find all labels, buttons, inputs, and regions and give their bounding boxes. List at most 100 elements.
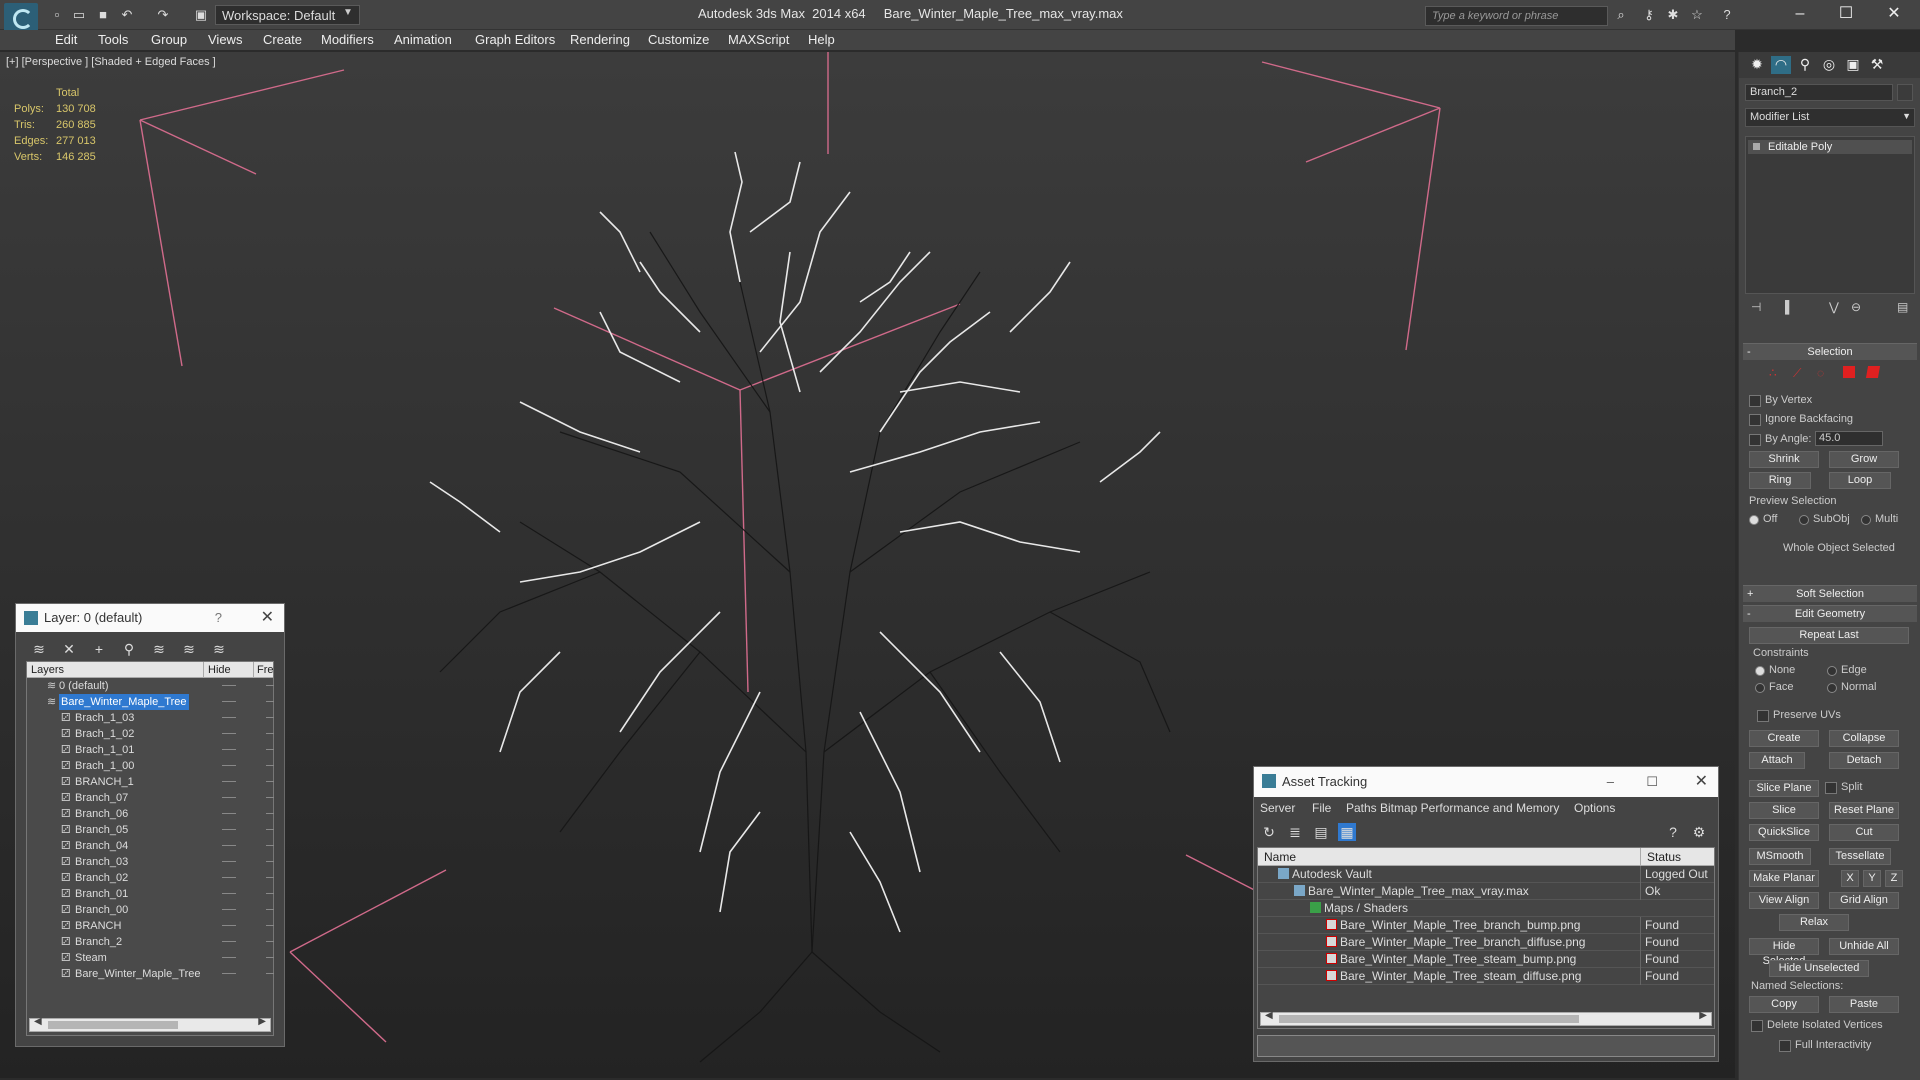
hide-toggle[interactable] [222,717,236,718]
menu-animation[interactable]: Animation [394,32,452,47]
layer-row[interactable]: ⚂ Branch_03 [27,854,274,870]
layer-row[interactable]: ⚂ Branch_01 [27,886,274,902]
full-interactivity-checkbox[interactable]: Full Interactivity [1779,1038,1871,1052]
collapse-button[interactable]: Collapse [1829,730,1899,747]
detach-button[interactable]: Detach [1829,752,1899,769]
asset-row[interactable]: Autodesk Vault Logged Out . [1258,866,1714,883]
freeze-toggle[interactable] [266,717,274,718]
edge-level-icon[interactable]: ⟋ [1793,366,1801,381]
scroll-left-icon[interactable]: ◀ [34,1016,42,1027]
list-view-icon[interactable]: ≣ [1286,823,1304,841]
freeze-toggle[interactable] [266,941,274,942]
preserve-uvs-checkbox[interactable]: Preserve UVs [1757,708,1841,722]
constraint-face-radio[interactable]: Face [1755,680,1793,694]
layer-row[interactable]: ⚂ Branch_06 [27,806,274,822]
satellite-icon[interactable]: ✱ [1664,6,1682,24]
new-file-icon[interactable]: ▫ [48,6,66,24]
layer-row[interactable]: ⚂ Brach_1_02 [27,726,274,742]
shrink-button[interactable]: Shrink [1749,451,1819,468]
menu-create[interactable]: Create [263,32,302,47]
delete-isolated-vertices-checkbox[interactable]: Delete Isolated Vertices [1751,1018,1883,1032]
make-unique-icon[interactable]: ⋁ [1829,300,1839,314]
new-layer-icon[interactable]: ≋ [30,640,48,658]
constraint-none-radio[interactable]: None [1755,663,1795,677]
freeze-toggle[interactable] [266,845,274,846]
menu-customize[interactable]: Customize [648,32,709,47]
layer-row[interactable]: ≋ Bare_Winter_Maple_Tree [27,694,274,710]
grow-button[interactable]: Grow [1829,451,1899,468]
freeze-toggle[interactable] [266,829,274,830]
menu-edit[interactable]: Edit [55,32,77,47]
vertex-level-icon[interactable]: ∴ [1769,366,1777,380]
maximize-icon[interactable]: ☐ [1646,767,1658,797]
relax-button[interactable]: Relax [1779,914,1849,931]
column-freeze[interactable]: Fre [253,662,274,678]
hide-toggle[interactable] [222,749,236,750]
reset-plane-button[interactable]: Reset Plane [1829,802,1899,819]
preview-off-radio[interactable]: Off [1749,512,1777,526]
select-objects-icon[interactable]: ⚲ [120,640,138,658]
freeze-toggle[interactable] [266,893,274,894]
by-vertex-checkbox[interactable]: By Vertex [1749,393,1812,407]
hide-toggle[interactable] [222,861,236,862]
layer-row[interactable]: ⚂ Brach_1_01 [27,742,274,758]
binoculars-icon[interactable]: ⌕ [1612,6,1630,24]
stack-item-editable-poly[interactable]: Editable Poly [1748,140,1912,154]
layer-row[interactable]: ⚂ Bare_Winter_Maple_Tree [27,966,274,982]
ignore-backfacing-checkbox[interactable]: Ignore Backfacing [1749,412,1853,426]
menu-rendering[interactable]: Rendering [570,32,630,47]
asset-row[interactable]: Bare_Winter_Maple_Tree_branch_bump.png Fo… [1258,917,1714,934]
layer-row[interactable]: ⚂ Branch_00 [27,902,274,918]
redo-icon[interactable]: ↷ [154,6,172,24]
asset-row[interactable]: Bare_Winter_Maple_Tree_steam_bump.png Fou… [1258,951,1714,968]
create-button[interactable]: Create [1749,730,1819,747]
menu-file[interactable]: File [1312,801,1331,815]
unhide-all-button[interactable]: Unhide All [1829,938,1899,955]
viewport-label[interactable]: [+] [Perspective ] [Shaded + Edged Faces… [6,56,216,68]
object-color-swatch[interactable] [1897,84,1913,101]
modifier-list-dropdown[interactable]: Modifier List ▼ [1745,108,1915,127]
layer-row[interactable]: ⚂ Brach_1_03 [27,710,274,726]
msmooth-button[interactable]: MSmooth [1749,848,1811,865]
asset-path-field[interactable] [1257,1035,1715,1057]
freeze-toggle[interactable] [266,765,274,766]
border-level-icon[interactable]: ◌ [1817,366,1824,380]
column-status[interactable]: Status [1640,848,1714,866]
copy-button[interactable]: Copy [1749,996,1819,1013]
menu-group[interactable]: Group [151,32,187,47]
freeze-toggle[interactable] [266,813,274,814]
constraint-normal-radio[interactable]: Normal [1827,680,1876,694]
column-layers[interactable]: Layers [31,662,64,678]
hide-toggle[interactable] [222,765,236,766]
freeze-toggle[interactable] [266,797,274,798]
delete-layer-icon[interactable]: ✕ [60,640,78,658]
attach-button[interactable]: Attach [1749,752,1805,769]
layer-row[interactable]: ⚂ BRANCH [27,918,274,934]
column-hide[interactable]: Hide [203,662,231,678]
ring-button[interactable]: Ring [1749,472,1811,489]
paste-button[interactable]: Paste [1829,996,1899,1013]
configure-sets-icon[interactable]: ▤ [1897,300,1908,314]
close-icon[interactable]: ✕ [1695,767,1708,797]
hide-toggle[interactable] [222,877,236,878]
hide-toggle[interactable] [222,701,236,702]
workspace-select[interactable]: Workspace: Default [215,5,360,25]
grid-align-button[interactable]: Grid Align [1829,892,1899,909]
thumbnail-view-icon[interactable]: ▤ [1312,823,1330,841]
hide-toggle[interactable] [222,829,236,830]
scroll-left-icon[interactable]: ◀ [1265,1010,1273,1021]
layer-row[interactable]: ⚂ Branch_04 [27,838,274,854]
create-tab-icon[interactable]: ✹ [1747,56,1767,74]
hide-all-layers-icon[interactable]: ≋ [180,640,198,658]
table-view-icon[interactable]: ▦ [1338,823,1356,841]
menu-paths[interactable]: Paths [1346,801,1377,815]
freeze-toggle[interactable] [266,749,274,750]
constraint-edge-radio[interactable]: Edge [1827,663,1867,677]
scrollbar-thumb[interactable] [1279,1015,1579,1023]
utilities-tab-icon[interactable]: ⚒ [1867,56,1887,74]
freeze-toggle[interactable] [266,861,274,862]
layer-row[interactable]: ≋ 0 (default) [27,678,274,694]
edit-geometry-rollout-header[interactable]: - Edit Geometry [1743,605,1917,622]
asset-row[interactable]: Bare_Winter_Maple_Tree_steam_diffuse.png… [1258,968,1714,985]
layer-row[interactable]: ⚂ Brach_1_00 [27,758,274,774]
